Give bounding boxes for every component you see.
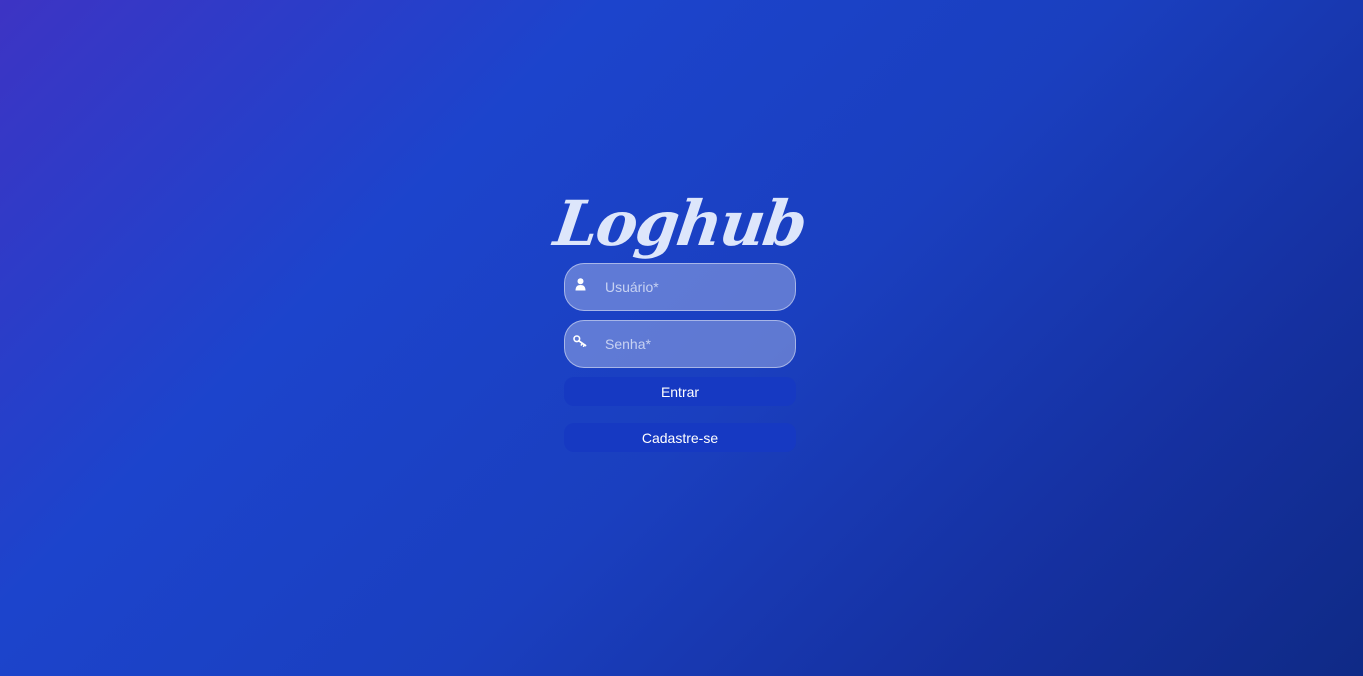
logo-text: Loghub: [550, 187, 811, 260]
login-card: Loghub Entrar Cadastre-se: [550, 186, 810, 452]
key-icon: [573, 334, 587, 348]
login-button[interactable]: Entrar: [564, 377, 796, 406]
logo: Loghub: [550, 186, 810, 262]
password-input[interactable]: [565, 321, 795, 367]
signup-button[interactable]: Cadastre-se: [564, 423, 796, 452]
username-input[interactable]: [565, 264, 795, 310]
username-field-container: [564, 263, 796, 311]
user-icon: [573, 277, 587, 291]
password-field-container: [564, 320, 796, 368]
